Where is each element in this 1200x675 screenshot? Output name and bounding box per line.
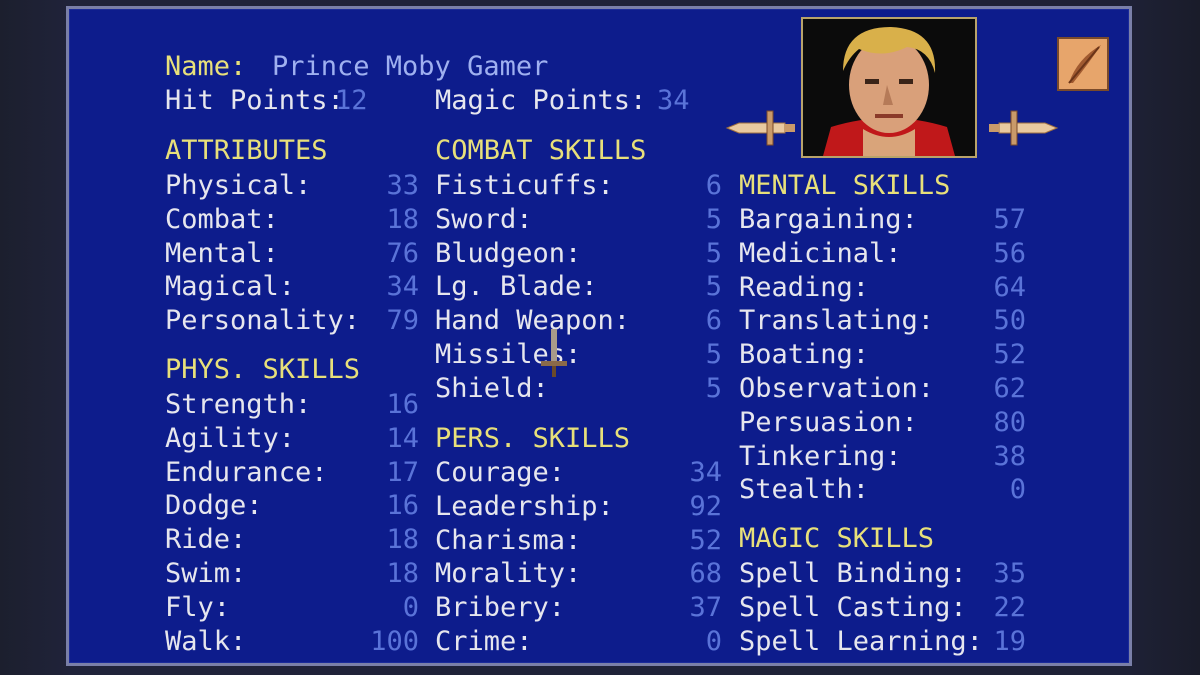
combat-skills-value: 5 — [705, 373, 722, 404]
mental-skills-label: Bargaining: — [739, 204, 918, 235]
attributes-label: Physical: — [165, 170, 312, 201]
mental-skills-value: 38 — [993, 441, 1026, 472]
attributes-value: 79 — [386, 305, 419, 336]
mental-skills-value: 57 — [993, 204, 1026, 235]
magic-skills-label: Spell Casting: — [739, 592, 967, 623]
mental-skills-value: 56 — [993, 238, 1026, 269]
phys-skills-value: 16 — [386, 490, 419, 521]
magic-skills-label: Spell Learning: — [739, 626, 983, 657]
combat-skills-value: 5 — [705, 339, 722, 370]
pers-skills-label: Courage: — [435, 457, 566, 488]
pers-skills-value: 52 — [689, 525, 722, 556]
combat-skills-label: Sword: — [435, 204, 533, 235]
pers-skills-header: PERS. SKILLS — [435, 423, 631, 454]
phys-skills-value: 17 — [386, 457, 419, 488]
sword-right-arrow-icon[interactable] — [987, 107, 1059, 149]
pers-skills-label: Morality: — [435, 558, 582, 589]
phys-skills-value: 100 — [370, 626, 419, 657]
mental-skills-value: 50 — [993, 305, 1026, 336]
pers-skills-value: 34 — [689, 457, 722, 488]
character-sheet-panel: Name: Prince Moby Gamer Hit Points: 12 M… — [66, 6, 1132, 666]
phys-skills-header: PHYS. SKILLS — [165, 354, 361, 385]
combat-skills-label: Bludgeon: — [435, 238, 582, 269]
attributes-label: Combat: — [165, 204, 279, 235]
name-label: Name: — [165, 51, 247, 82]
combat-skills-value: 5 — [705, 271, 722, 302]
pers-skills-value: 92 — [689, 491, 722, 522]
phys-skills-value: 16 — [386, 389, 419, 420]
mental-skills-value: 64 — [993, 272, 1026, 303]
phys-skills-label: Swim: — [165, 558, 247, 589]
quill-book-icon[interactable] — [1057, 37, 1109, 91]
attributes-value: 76 — [386, 238, 419, 269]
phys-skills-label: Strength: — [165, 389, 312, 420]
mental-skills-value: 0 — [1009, 474, 1026, 505]
attributes-value: 33 — [386, 170, 419, 201]
phys-skills-label: Agility: — [165, 423, 296, 454]
pers-skills-label: Leadership: — [435, 491, 614, 522]
phys-skills-label: Dodge: — [165, 490, 263, 521]
character-name: Prince Moby Gamer — [272, 51, 549, 82]
mental-skills-value: 62 — [993, 373, 1026, 404]
combat-skills-value: 5 — [705, 204, 722, 235]
dagger-cursor-icon — [541, 329, 567, 377]
magic-points-value: 34 — [657, 85, 690, 116]
sword-left-arrow-icon[interactable] — [725, 107, 797, 149]
mental-skills-label: Observation: — [739, 373, 935, 404]
mental-skills-value: 52 — [993, 339, 1026, 370]
attributes-label: Personality: — [165, 305, 361, 336]
attributes-header: ATTRIBUTES — [165, 135, 328, 166]
pers-skills-label: Charisma: — [435, 525, 582, 556]
combat-skills-label: Lg. Blade: — [435, 271, 598, 302]
phys-skills-label: Walk: — [165, 626, 247, 657]
mental-skills-label: Medicinal: — [739, 238, 902, 269]
mental-skills-value: 80 — [993, 407, 1026, 438]
magic-skills-header: MAGIC SKILLS — [739, 523, 935, 554]
mental-skills-label: Persuasion: — [739, 407, 918, 438]
pers-skills-label: Bribery: — [435, 592, 566, 623]
pers-skills-value: 37 — [689, 592, 722, 623]
phys-skills-label: Fly: — [165, 592, 231, 623]
attributes-value: 18 — [386, 204, 419, 235]
mental-skills-header: MENTAL SKILLS — [739, 170, 951, 201]
magic-skills-label: Spell Binding: — [739, 558, 967, 589]
combat-skills-value: 6 — [705, 170, 722, 201]
pers-skills-label: Crime: — [435, 626, 533, 657]
mental-skills-label: Boating: — [739, 339, 870, 370]
mental-skills-label: Reading: — [739, 272, 870, 303]
mental-skills-label: Translating: — [739, 305, 935, 336]
attributes-label: Mental: — [165, 238, 279, 269]
combat-skills-value: 5 — [705, 238, 722, 269]
combat-skills-label: Hand Weapon: — [435, 305, 631, 336]
combat-skills-label: Fisticuffs: — [435, 170, 614, 201]
phys-skills-label: Ride: — [165, 524, 247, 555]
phys-skills-label: Endurance: — [165, 457, 328, 488]
phys-skills-value: 18 — [386, 524, 419, 555]
magic-skills-value: 35 — [993, 558, 1026, 589]
hit-points-label: Hit Points: — [165, 85, 344, 116]
combat-skills-value: 6 — [705, 305, 722, 336]
hit-points-value: 12 — [335, 85, 368, 116]
magic-points-label: Magic Points: — [435, 85, 647, 116]
attributes-label: Magical: — [165, 271, 296, 302]
combat-skills-label: Shield: — [435, 373, 549, 404]
mental-skills-label: Stealth: — [739, 474, 870, 505]
phys-skills-value: 18 — [386, 558, 419, 589]
pers-skills-value: 68 — [689, 558, 722, 589]
mental-skills-label: Tinkering: — [739, 441, 902, 472]
combat-skills-header: COMBAT SKILLS — [435, 135, 647, 166]
character-portrait — [801, 17, 977, 158]
pers-skills-value: 0 — [705, 626, 722, 657]
phys-skills-value: 14 — [386, 423, 419, 454]
magic-skills-value: 22 — [993, 592, 1026, 623]
magic-skills-value: 19 — [993, 626, 1026, 657]
phys-skills-value: 0 — [402, 592, 419, 623]
attributes-value: 34 — [386, 271, 419, 302]
